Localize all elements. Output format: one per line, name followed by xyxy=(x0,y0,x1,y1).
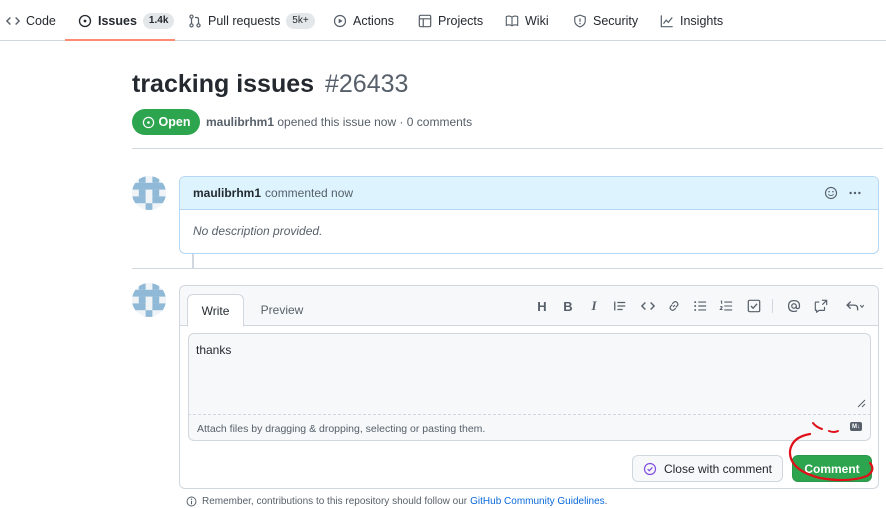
tab-preview[interactable]: Preview xyxy=(252,294,312,326)
book-icon xyxy=(505,14,519,28)
selected-tab-underline xyxy=(65,39,175,41)
graph-icon xyxy=(660,14,674,28)
reply-icon[interactable] xyxy=(844,298,866,314)
italic-icon[interactable]: I xyxy=(586,298,602,314)
task-list-icon[interactable] xyxy=(746,298,762,314)
repo-nav: Code Issues 1.4k Pull requests 5k+ Actio… xyxy=(0,0,886,41)
nav-tab-security[interactable]: Security xyxy=(573,0,638,41)
contribution-note-suffix: . xyxy=(604,496,608,507)
nav-tab-label: Issues xyxy=(98,13,137,28)
contribution-note: Remember, contributions to this reposito… xyxy=(186,496,607,507)
heading-icon[interactable]: H xyxy=(534,298,550,314)
issue-meta-text: opened this issue now · 0 comments xyxy=(277,115,473,129)
avatar[interactable] xyxy=(132,283,166,317)
add-reaction-icon[interactable] xyxy=(824,186,838,203)
comment-timestamp: commented now xyxy=(265,186,354,200)
cross-reference-icon[interactable] xyxy=(813,298,829,314)
issue-title: tracking issues #26433 xyxy=(132,70,408,99)
git-pull-request-icon xyxy=(188,13,202,28)
tab-write[interactable]: Write xyxy=(187,294,244,327)
comment-text: thanks xyxy=(196,343,232,357)
issue-closed-icon xyxy=(643,462,657,476)
issues-counter: 1.4k xyxy=(142,12,175,29)
quote-icon[interactable] xyxy=(612,298,628,314)
unordered-list-icon[interactable] xyxy=(692,298,708,314)
nav-tab-label: Code xyxy=(26,13,56,28)
comment-actions xyxy=(824,186,862,203)
issue-title-text: tracking issues xyxy=(132,70,315,98)
nav-tab-label: Security xyxy=(593,13,639,28)
nav-tab-wiki[interactable]: Wiki xyxy=(505,0,549,41)
table-icon xyxy=(418,14,432,28)
nav-tab-label: Insights xyxy=(680,13,724,28)
kebab-horizontal-icon[interactable] xyxy=(848,186,862,203)
issue-state-label: Open xyxy=(158,115,191,129)
markdown-icon[interactable]: M↓ xyxy=(850,422,862,431)
close-with-comment-label: Close with comment xyxy=(663,461,773,476)
toolbar-divider xyxy=(772,299,773,313)
issue-author-link[interactable]: maulibrhm1 xyxy=(206,115,274,129)
header-divider xyxy=(132,148,883,149)
new-comment-form: Write Preview H B I thanks Attach files … xyxy=(179,285,879,489)
comment-author[interactable]: maulibrhm1 xyxy=(193,186,261,200)
comment-textarea[interactable]: thanks xyxy=(188,333,871,415)
shield-icon xyxy=(573,14,587,28)
attach-hint: Attach files by dragging & dropping, sel… xyxy=(197,423,486,435)
link-icon[interactable] xyxy=(666,298,682,314)
close-with-comment-button[interactable]: Close with comment xyxy=(632,455,783,482)
attach-files-bar[interactable]: Attach files by dragging & dropping, sel… xyxy=(188,415,871,441)
resize-handle-icon[interactable] xyxy=(857,397,866,411)
nav-tab-pull-requests[interactable]: Pull requests 5k+ xyxy=(188,0,315,41)
ordered-list-icon[interactable] xyxy=(718,298,734,314)
identicon-icon xyxy=(132,176,166,210)
code-icon[interactable] xyxy=(640,298,656,314)
timeline-line xyxy=(192,254,194,268)
issue-meta: maulibrhm1 opened this issue now · 0 com… xyxy=(206,115,472,129)
nav-tab-label: Actions xyxy=(353,13,394,28)
nav-tab-code[interactable]: Code xyxy=(6,0,56,41)
avatar[interactable] xyxy=(132,176,166,210)
timeline-divider xyxy=(132,268,883,269)
info-icon xyxy=(186,496,197,507)
nav-tab-label: Pull requests xyxy=(208,13,281,28)
nav-tab-insights[interactable]: Insights xyxy=(660,0,723,41)
pull-requests-counter: 5k+ xyxy=(286,12,315,29)
community-guidelines-link[interactable]: GitHub Community Guidelines xyxy=(470,496,605,507)
issue-opened-icon xyxy=(78,14,92,28)
nav-tab-label: Wiki xyxy=(525,13,549,28)
mention-icon[interactable] xyxy=(786,298,802,314)
play-icon xyxy=(333,14,347,28)
editor-header: Write Preview H B I xyxy=(180,286,878,327)
identicon-icon xyxy=(132,283,166,317)
comment-header: maulibrhm1 commented now xyxy=(180,177,878,210)
comment-body: No description provided. xyxy=(193,224,323,238)
code-icon xyxy=(6,14,20,28)
issue-number: #26433 xyxy=(324,70,409,98)
nav-tab-issues[interactable]: Issues 1.4k xyxy=(78,0,175,41)
issue-state-badge: Open xyxy=(132,109,200,135)
nav-tab-label: Projects xyxy=(438,13,484,28)
issue-opened-icon xyxy=(142,116,155,129)
nav-tab-projects[interactable]: Projects xyxy=(418,0,483,41)
nav-tab-actions[interactable]: Actions xyxy=(333,0,394,41)
contribution-note-text: Remember, contributions to this reposito… xyxy=(202,496,468,507)
comment-button[interactable]: Comment xyxy=(792,455,872,482)
bold-icon[interactable]: B xyxy=(560,298,576,314)
issue-comment: maulibrhm1 commented now No description … xyxy=(179,176,879,254)
